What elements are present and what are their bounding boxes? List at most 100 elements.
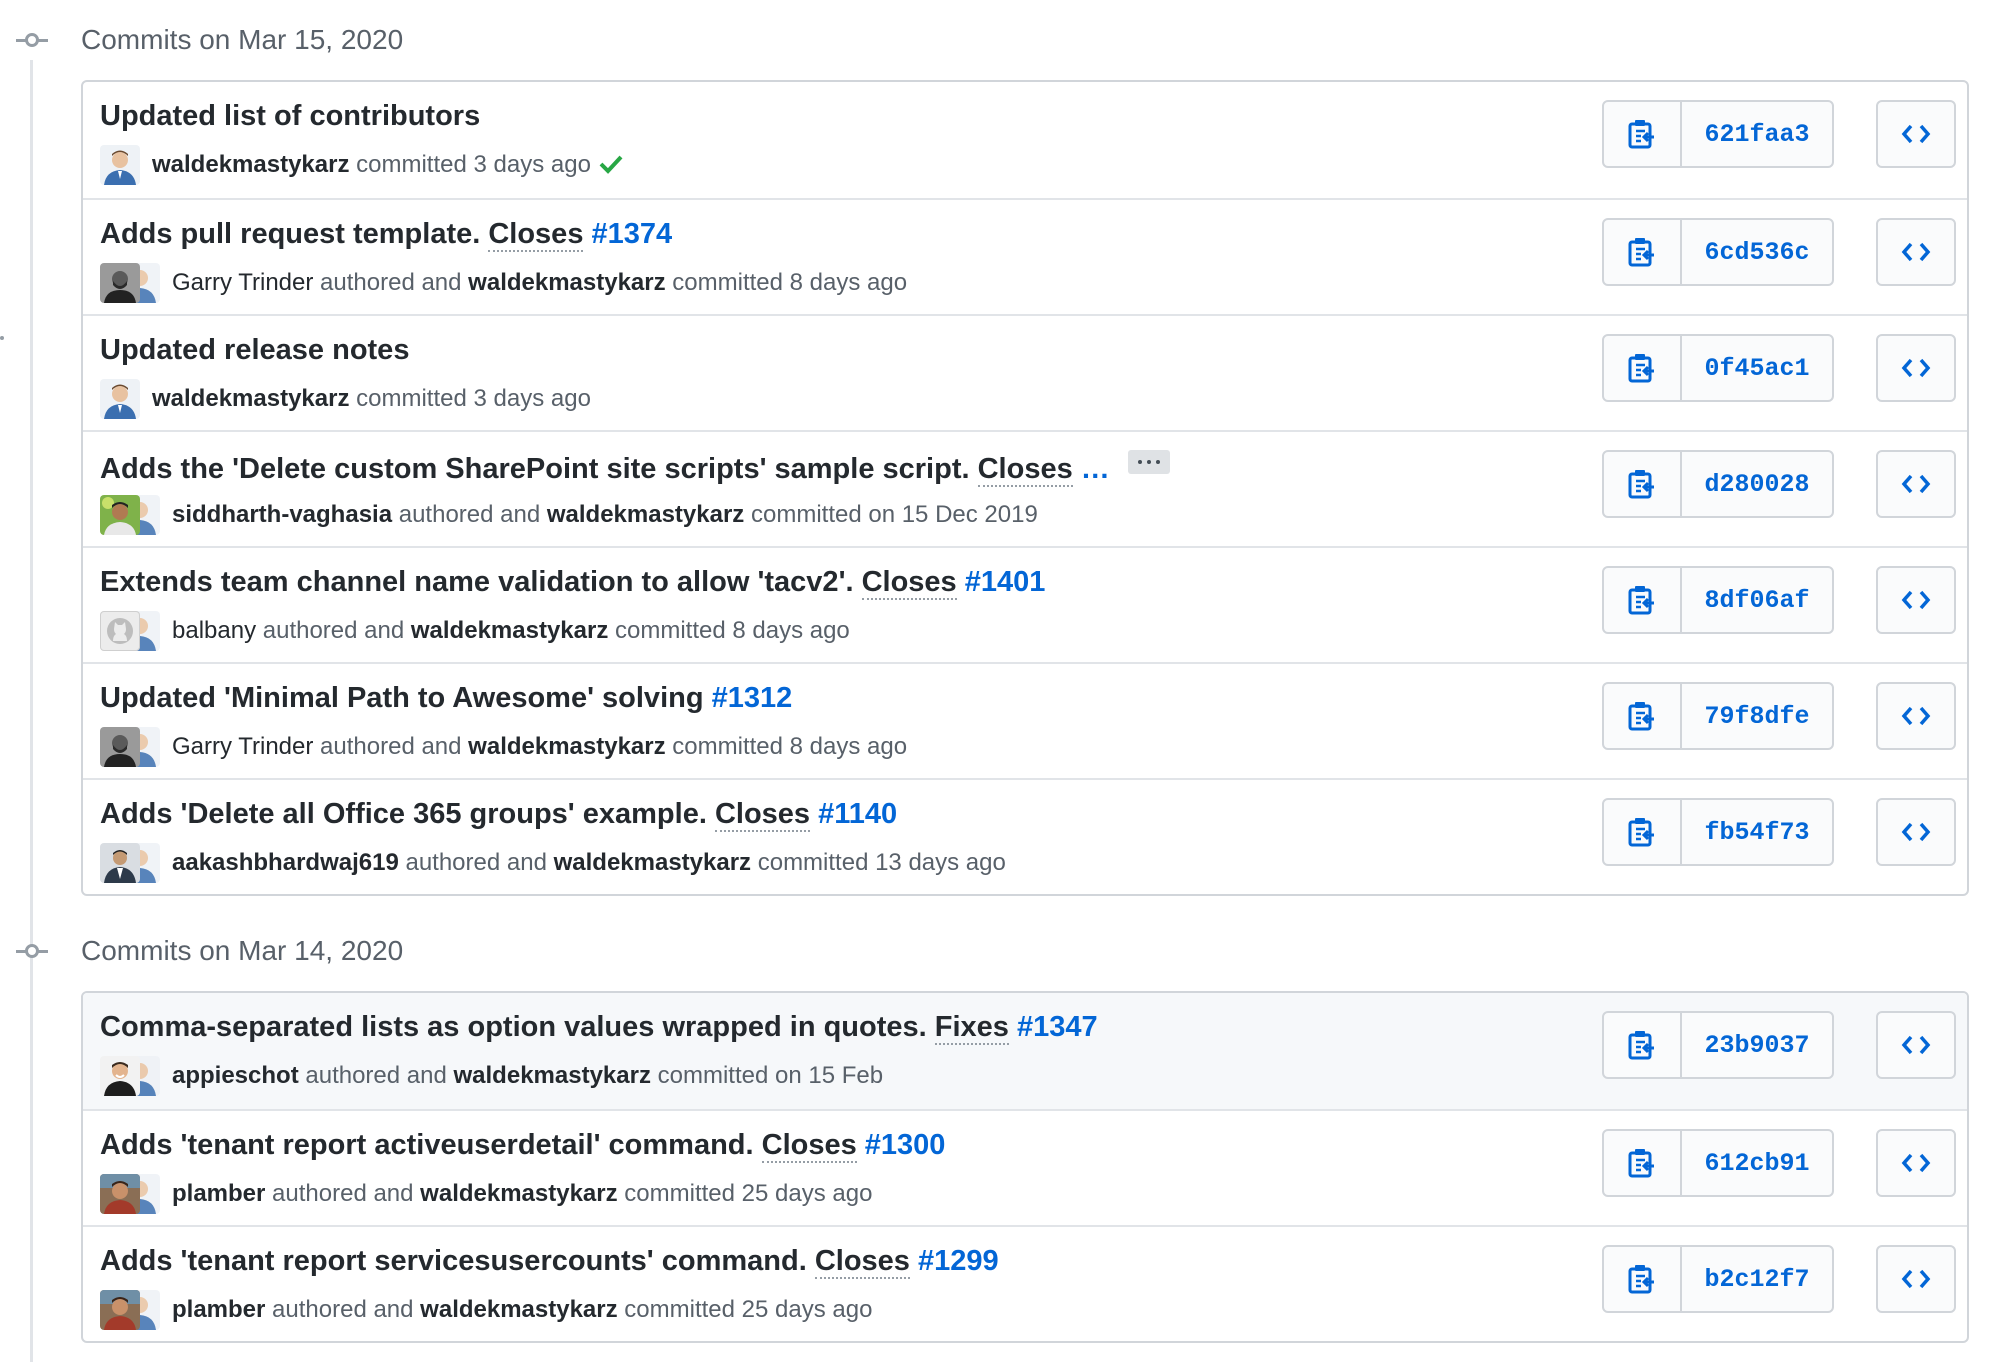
commit-message[interactable]: Adds 'Delete all Office 365 groups' exam… — [100, 798, 897, 832]
truncated-issue-link[interactable]: … — [1073, 453, 1110, 485]
commit-row: Adds pull request template. Closes #1374… — [83, 198, 1967, 314]
browse-repo-button[interactable] — [1876, 1011, 1956, 1079]
commit-message[interactable]: Updated release notes — [100, 334, 409, 367]
browse-repo-button[interactable] — [1876, 682, 1956, 750]
commit-message[interactable]: Extends team channel name validation to … — [100, 566, 1046, 600]
success-check-icon[interactable] — [597, 152, 625, 176]
code-icon — [1901, 822, 1931, 842]
clippy-icon — [1628, 1031, 1654, 1060]
commit-row: Comma-separated lists as option values w… — [83, 993, 1967, 1109]
copy-sha-button[interactable] — [1604, 452, 1682, 516]
commit-sha-link[interactable]: 612cb91 — [1682, 1131, 1832, 1195]
browse-repo-button[interactable] — [1876, 218, 1956, 286]
committer-link[interactable]: waldekmastykarz — [420, 1180, 617, 1207]
clippy-icon — [1628, 702, 1654, 731]
commit-sha-link[interactable]: 6cd536c — [1682, 220, 1832, 284]
avatar[interactable] — [100, 843, 140, 883]
author-link[interactable]: plamber — [172, 1180, 265, 1207]
issue-link[interactable]: #1312 — [704, 682, 793, 714]
expand-message-button[interactable] — [1127, 450, 1170, 474]
avatar[interactable] — [100, 1056, 140, 1096]
commit-message[interactable]: Adds 'tenant report servicesusercounts' … — [100, 1245, 999, 1279]
browse-repo-button[interactable] — [1876, 334, 1956, 402]
code-icon — [1901, 358, 1931, 378]
avatar[interactable] — [100, 263, 140, 303]
commit-sha-group: 612cb91 — [1602, 1129, 1834, 1197]
committer-link[interactable]: waldekmastykarz — [411, 617, 608, 644]
issue-link[interactable]: #1374 — [583, 218, 673, 250]
committer-link[interactable]: waldekmastykarz — [468, 269, 665, 296]
browse-repo-button[interactable] — [1876, 1129, 1956, 1197]
issue-link[interactable]: #1401 — [957, 566, 1046, 598]
commit-sha-link[interactable]: 23b9037 — [1682, 1013, 1832, 1077]
avatar[interactable] — [100, 1174, 140, 1214]
commit-row: Extends team channel name validation to … — [83, 546, 1967, 662]
commit-sha-link[interactable]: d280028 — [1682, 452, 1832, 516]
commit-message[interactable]: Updated 'Minimal Path to Awesome' solvin… — [100, 682, 792, 715]
author-link[interactable]: Garry Trinder — [172, 733, 313, 760]
author-link[interactable]: plamber — [172, 1296, 265, 1323]
commit-message[interactable]: Updated list of contributors — [100, 100, 480, 133]
author-link[interactable]: Garry Trinder — [172, 269, 313, 296]
commit-message[interactable]: Adds 'tenant report activeuserdetail' co… — [100, 1129, 946, 1163]
copy-sha-button[interactable] — [1604, 336, 1682, 400]
committer-link[interactable]: waldekmastykarz — [454, 1062, 651, 1089]
browse-repo-button[interactable] — [1876, 100, 1956, 168]
commit-row: Updated release notes waldekmastykarz co… — [83, 314, 1967, 430]
committer-link[interactable]: waldekmastykarz — [468, 733, 665, 760]
commit-group-header: Commits on Mar 14, 2020 — [0, 929, 1990, 973]
commit-message[interactable]: Adds the 'Delete custom SharePoint site … — [100, 450, 1170, 487]
commit-message[interactable]: Comma-separated lists as option values w… — [100, 1011, 1098, 1045]
timeline-marker — [0, 336, 4, 340]
commit-sha-link[interactable]: 621faa3 — [1682, 102, 1832, 166]
author-link[interactable]: appieschot — [172, 1062, 299, 1089]
copy-sha-button[interactable] — [1604, 1247, 1682, 1311]
closes-keyword: Closes — [714, 798, 811, 832]
author-link[interactable]: siddharth-vaghasia — [172, 501, 392, 528]
commit-row: Adds 'Delete all Office 365 groups' exam… — [83, 778, 1967, 894]
avatar[interactable] — [100, 727, 140, 767]
committer-link[interactable]: waldekmastykarz — [547, 501, 744, 528]
copy-sha-button[interactable] — [1604, 684, 1682, 748]
avatar[interactable] — [100, 145, 140, 185]
git-commit-icon — [16, 941, 48, 961]
copy-sha-button[interactable] — [1604, 1013, 1682, 1077]
issue-link[interactable]: #1140 — [810, 798, 897, 830]
commit-list: Updated list of contributors waldekmasty… — [81, 80, 1969, 896]
issue-link[interactable]: #1347 — [1009, 1011, 1098, 1043]
commit-sha-link[interactable]: b2c12f7 — [1682, 1247, 1832, 1311]
commit-sha-group: 23b9037 — [1602, 1011, 1834, 1079]
copy-sha-button[interactable] — [1604, 568, 1682, 632]
issue-link[interactable]: #1299 — [910, 1245, 999, 1277]
author-link[interactable]: balbany — [172, 617, 256, 644]
commit-sha-link[interactable]: 79f8dfe — [1682, 684, 1832, 748]
commit-group-header: Commits on Mar 15, 2020 — [0, 18, 1990, 62]
clippy-icon — [1628, 470, 1654, 499]
commit-sha-link[interactable]: 8df06af — [1682, 568, 1832, 632]
avatar[interactable] — [100, 495, 140, 535]
avatar[interactable] — [100, 379, 140, 419]
commit-group-title: Commits on Mar 14, 2020 — [81, 935, 404, 966]
author-link[interactable]: aakashbhardwaj619 — [172, 849, 399, 876]
issue-link[interactable]: #1300 — [857, 1129, 946, 1161]
commit-message[interactable]: Adds pull request template. Closes #1374 — [100, 218, 673, 252]
committer-link[interactable]: waldekmastykarz — [152, 385, 349, 412]
browse-repo-button[interactable] — [1876, 798, 1956, 866]
timeline-line — [30, 60, 33, 1362]
committer-link[interactable]: waldekmastykarz — [152, 151, 349, 178]
avatar[interactable] — [100, 1290, 140, 1330]
copy-sha-button[interactable] — [1604, 220, 1682, 284]
browse-repo-button[interactable] — [1876, 450, 1956, 518]
avatar[interactable] — [100, 611, 140, 651]
browse-repo-button[interactable] — [1876, 1245, 1956, 1313]
copy-sha-button[interactable] — [1604, 102, 1682, 166]
commit-sha-link[interactable]: fb54f73 — [1682, 800, 1832, 864]
committer-link[interactable]: waldekmastykarz — [554, 849, 751, 876]
fixes-keyword: Fixes — [934, 1011, 1009, 1045]
committer-link[interactable]: waldekmastykarz — [420, 1296, 617, 1323]
copy-sha-button[interactable] — [1604, 1131, 1682, 1195]
browse-repo-button[interactable] — [1876, 566, 1956, 634]
commit-sha-link[interactable]: 0f45ac1 — [1682, 336, 1832, 400]
copy-sha-button[interactable] — [1604, 800, 1682, 864]
code-icon — [1901, 474, 1931, 494]
